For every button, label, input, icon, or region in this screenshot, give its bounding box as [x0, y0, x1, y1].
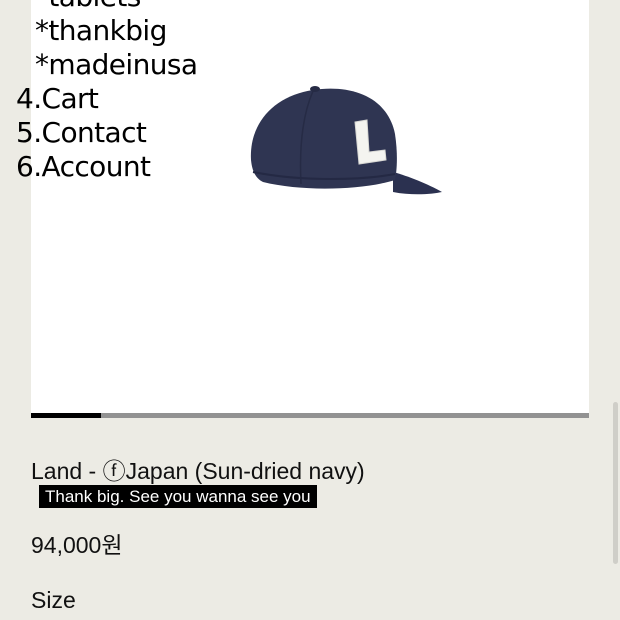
menu-item-tablets[interactable]: *tablets [16, 0, 197, 14]
menu-item-account[interactable]: 6.Account [16, 150, 197, 184]
size-label: Size [31, 587, 76, 613]
menu-item-contact[interactable]: 5.Contact [16, 116, 197, 150]
menu-item-cart[interactable]: 4.Cart [16, 82, 197, 116]
cap-product-image [250, 86, 442, 195]
gallery-progress-bar[interactable] [31, 413, 589, 418]
page-scrollbar[interactable] [613, 402, 618, 564]
menu-item-madeinusa[interactable]: *madeinusa [16, 48, 198, 82]
product-page: *tablets *thankbig *madeinusa 4.Cart 5.C… [0, 0, 620, 620]
product-title: Land - ⓕJapan (Sun-dried navy) [31, 458, 365, 484]
menu-item-thankbig[interactable]: *thankbig [16, 14, 197, 48]
product-tagline: Thank big. See you wanna see you [39, 485, 317, 508]
gallery-progress-fill [31, 413, 101, 418]
site-menu: *tablets *thankbig *madeinusa 4.Cart 5.C… [16, 0, 198, 184]
product-price: 94,000원 [31, 532, 123, 558]
